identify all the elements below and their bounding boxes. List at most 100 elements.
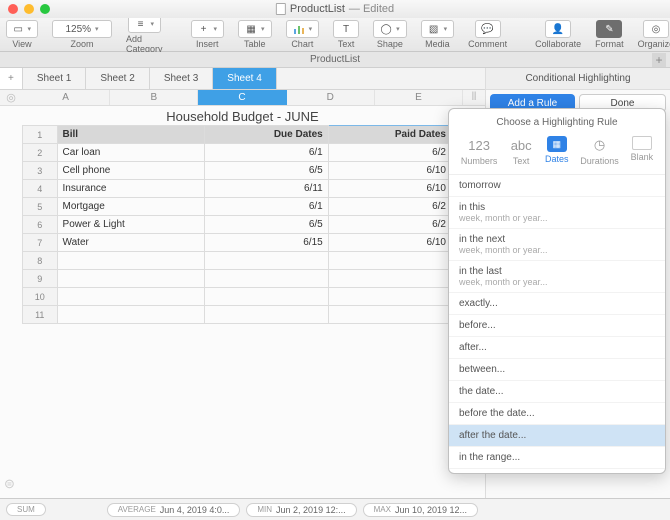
row-header[interactable]: 10 (23, 288, 58, 306)
cell[interactable]: 6/5 (205, 216, 328, 234)
chart-button[interactable]: ▾ (286, 20, 320, 38)
add-sheet-tab[interactable]: + (0, 68, 23, 89)
add-sheet-corner[interactable]: + (652, 53, 666, 67)
rule-option[interactable]: in the range... (449, 447, 665, 469)
view-button[interactable]: ▭▾ (6, 20, 38, 38)
rule-option[interactable]: before the date... (449, 403, 665, 425)
column-header[interactable]: E (375, 90, 463, 105)
organize-button[interactable]: ◎ (643, 20, 669, 38)
sheet-tab[interactable]: Sheet 3 (150, 68, 213, 89)
cell[interactable] (328, 252, 451, 270)
cell[interactable] (205, 270, 328, 288)
column-header[interactable]: A (22, 90, 110, 105)
rule-option[interactable]: in the nextweek, month or year... (449, 229, 665, 261)
column-header-cell[interactable]: Paid Dates (328, 126, 451, 144)
cell[interactable]: 6/1 (205, 198, 328, 216)
column-header[interactable]: C (198, 90, 286, 105)
rule-option[interactable]: in the lastweek, month or year... (449, 261, 665, 293)
cell[interactable]: Mortgage (57, 198, 205, 216)
cell[interactable] (328, 288, 451, 306)
stat-average[interactable]: AVERAGEJun 4, 2019 4:0... (107, 503, 241, 517)
category-icon: ≡ (135, 18, 147, 30)
sheet-tab[interactable]: Sheet 2 (86, 68, 149, 89)
cell[interactable]: Water (57, 234, 205, 252)
rule-option[interactable]: the date... (449, 381, 665, 403)
shape-button[interactable]: ◯▾ (373, 20, 407, 38)
cell[interactable] (205, 306, 328, 324)
row-header[interactable]: 8 (23, 252, 58, 270)
maximize-window[interactable] (40, 4, 50, 14)
row-header[interactable]: 2 (23, 144, 58, 162)
sheet-tab[interactable]: Sheet 1 (23, 68, 86, 89)
cell[interactable] (57, 270, 205, 288)
cell[interactable] (205, 288, 328, 306)
cell[interactable]: 6/10 (328, 234, 451, 252)
row-header[interactable]: 11 (23, 306, 58, 324)
column-header-cell[interactable]: Bill (57, 126, 205, 144)
cell[interactable]: 6/2 (328, 198, 451, 216)
row-header[interactable]: 4 (23, 180, 58, 198)
text-button[interactable]: T (333, 20, 359, 38)
cell[interactable]: 6/2 (328, 216, 451, 234)
select-all-handle[interactable]: ◎ (0, 90, 22, 105)
row-header[interactable]: 9 (23, 270, 58, 288)
row-header[interactable]: 1 (23, 126, 58, 144)
minimize-window[interactable] (24, 4, 34, 14)
organize-icon: ◎ (650, 23, 662, 35)
rule-option[interactable]: in thisweek, month or year... (449, 197, 665, 229)
row-header[interactable]: 7 (23, 234, 58, 252)
cell[interactable]: 6/1 (205, 144, 328, 162)
cell[interactable]: Cell phone (57, 162, 205, 180)
column-header-cell[interactable]: Due Dates (205, 126, 328, 144)
spreadsheet-table[interactable]: 1BillDue DatesPaid Dates2Car loan6/16/23… (22, 125, 452, 324)
row-header[interactable]: 3 (23, 162, 58, 180)
stat-min[interactable]: MINJun 2, 2019 12:... (246, 503, 356, 517)
rule-option[interactable]: after the date... (449, 425, 665, 447)
stat-sum[interactable]: SUM (6, 503, 46, 516)
rule-option[interactable]: exactly... (449, 293, 665, 315)
cell[interactable]: 6/5 (205, 162, 328, 180)
media-button[interactable]: ▧▾ (421, 20, 455, 38)
cell[interactable] (57, 306, 205, 324)
rule-option[interactable]: after... (449, 337, 665, 359)
rule-option[interactable]: between... (449, 359, 665, 381)
comment-button[interactable]: 💬 (475, 20, 501, 38)
table-title[interactable]: Household Budget - JUNE (0, 106, 485, 125)
rule-type-tab[interactable]: ◷Durations (580, 136, 619, 166)
cell[interactable]: Insurance (57, 180, 205, 198)
rule-type-icon: ▦ (547, 136, 567, 152)
column-header[interactable]: D (287, 90, 375, 105)
zoom-dropdown[interactable]: 125%▾ (52, 20, 112, 38)
cell[interactable] (57, 252, 205, 270)
cell[interactable]: Car loan (57, 144, 205, 162)
cell[interactable]: 6/2 (328, 144, 451, 162)
stat-max[interactable]: MAXJun 10, 2019 12... (363, 503, 478, 517)
collaborate-button[interactable]: 👤 (545, 20, 571, 38)
rule-type-tab[interactable]: ▦Dates (545, 136, 569, 166)
cell[interactable]: 6/11 (205, 180, 328, 198)
cell[interactable]: Power & Light (57, 216, 205, 234)
column-header[interactable]: B (110, 90, 198, 105)
rule-type-tab[interactable]: Blank (631, 136, 654, 166)
cell[interactable]: 6/15 (205, 234, 328, 252)
cell[interactable] (205, 252, 328, 270)
rule-type-tab[interactable]: abcText (509, 136, 533, 166)
sheet-tab[interactable]: Sheet 4 (213, 68, 276, 89)
cell[interactable] (328, 270, 451, 288)
insert-button[interactable]: +▾ (191, 20, 225, 38)
rule-type-tab[interactable]: 123Numbers (461, 136, 498, 166)
cell[interactable]: 6/10 (328, 162, 451, 180)
add-row-handle[interactable]: ⊜ (4, 476, 15, 492)
row-header[interactable]: 5 (23, 198, 58, 216)
row-header[interactable]: 6 (23, 216, 58, 234)
cell[interactable]: 6/10 (328, 180, 451, 198)
cell[interactable] (57, 288, 205, 306)
rule-option[interactable]: before... (449, 315, 665, 337)
rule-option[interactable]: tomorrow (449, 175, 665, 197)
scroll-handle[interactable]: ⦀ (463, 90, 485, 105)
cell[interactable] (328, 306, 451, 324)
format-button[interactable]: ✎ (596, 20, 622, 38)
close-window[interactable] (8, 4, 18, 14)
brush-icon: ✎ (603, 23, 615, 35)
table-button[interactable]: ▦▾ (238, 20, 272, 38)
